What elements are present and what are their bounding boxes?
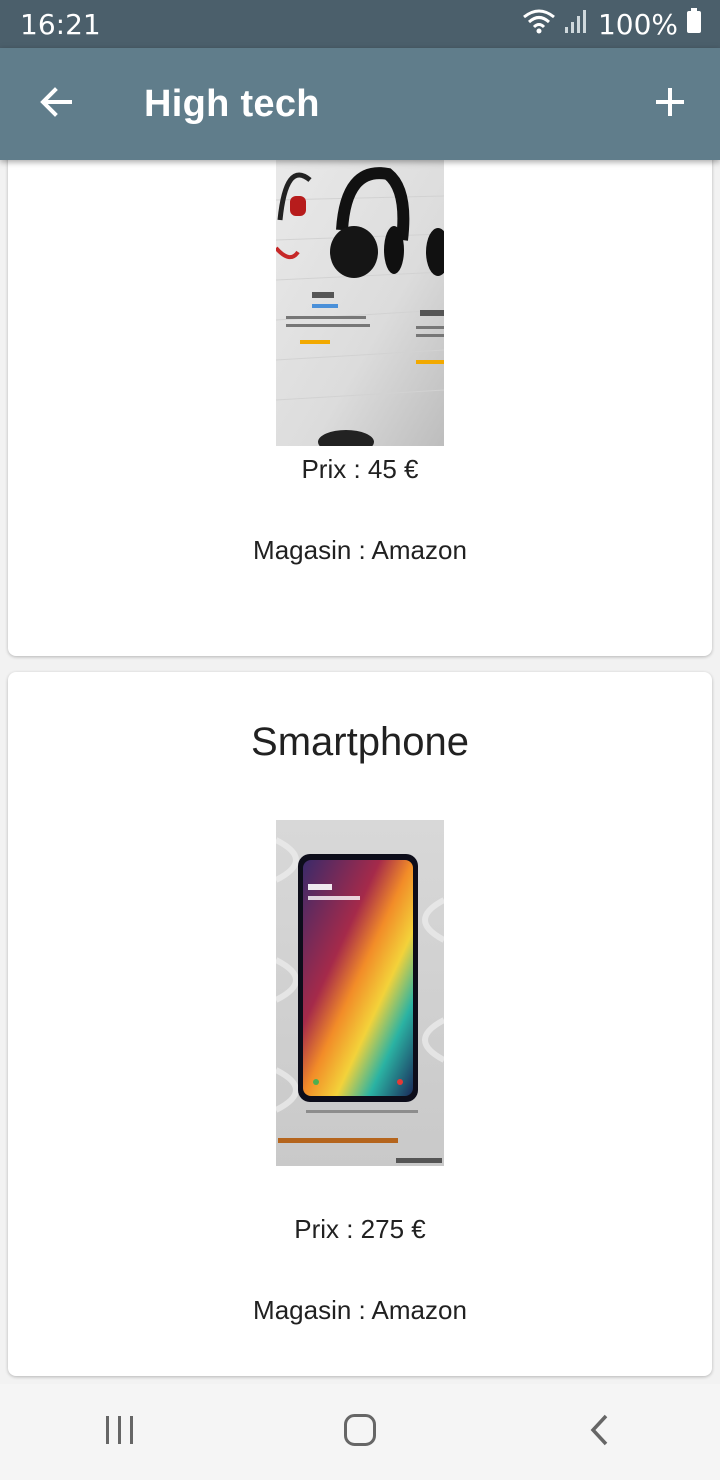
product-store: Magasin : Amazon — [253, 1295, 467, 1325]
product-price: Prix : 45 € — [301, 454, 419, 484]
recents-button[interactable] — [80, 1392, 160, 1472]
battery-level: 100% — [597, 7, 678, 41]
product-list[interactable]: Prix : 45 € Magasin : Amazon Smartphone — [0, 160, 720, 1384]
recents-icon — [103, 1414, 137, 1451]
back-button[interactable] — [28, 76, 84, 132]
home-icon — [343, 1413, 377, 1452]
product-price: Prix : 275 € — [294, 1214, 426, 1244]
signal-icon — [564, 8, 590, 41]
app-bar: High tech — [0, 48, 720, 160]
add-icon — [654, 86, 686, 123]
wifi-icon — [522, 8, 556, 41]
battery-icon — [686, 7, 702, 41]
headphones-photo — [276, 160, 444, 446]
status-icons: 100% — [522, 7, 702, 41]
system-nav-bar — [0, 1384, 720, 1480]
status-bar: 16:21 100% — [0, 0, 720, 48]
product-card[interactable]: Smartphone Prix: 275 € Magasin: Amazon — [8, 672, 712, 1376]
nav-back-button[interactable] — [560, 1392, 640, 1472]
smartphone-photo — [276, 820, 444, 1166]
add-button[interactable] — [642, 76, 698, 132]
status-time: 16:21 — [20, 7, 101, 41]
page-title: High tech — [144, 83, 320, 125]
product-store: Magasin : Amazon — [253, 535, 467, 565]
product-card[interactable]: Prix : 45 € Magasin : Amazon — [8, 160, 712, 656]
home-button[interactable] — [320, 1392, 400, 1472]
nav-back-icon — [588, 1413, 612, 1452]
arrow-back-icon — [38, 84, 74, 125]
product-name: Smartphone — [251, 720, 469, 764]
